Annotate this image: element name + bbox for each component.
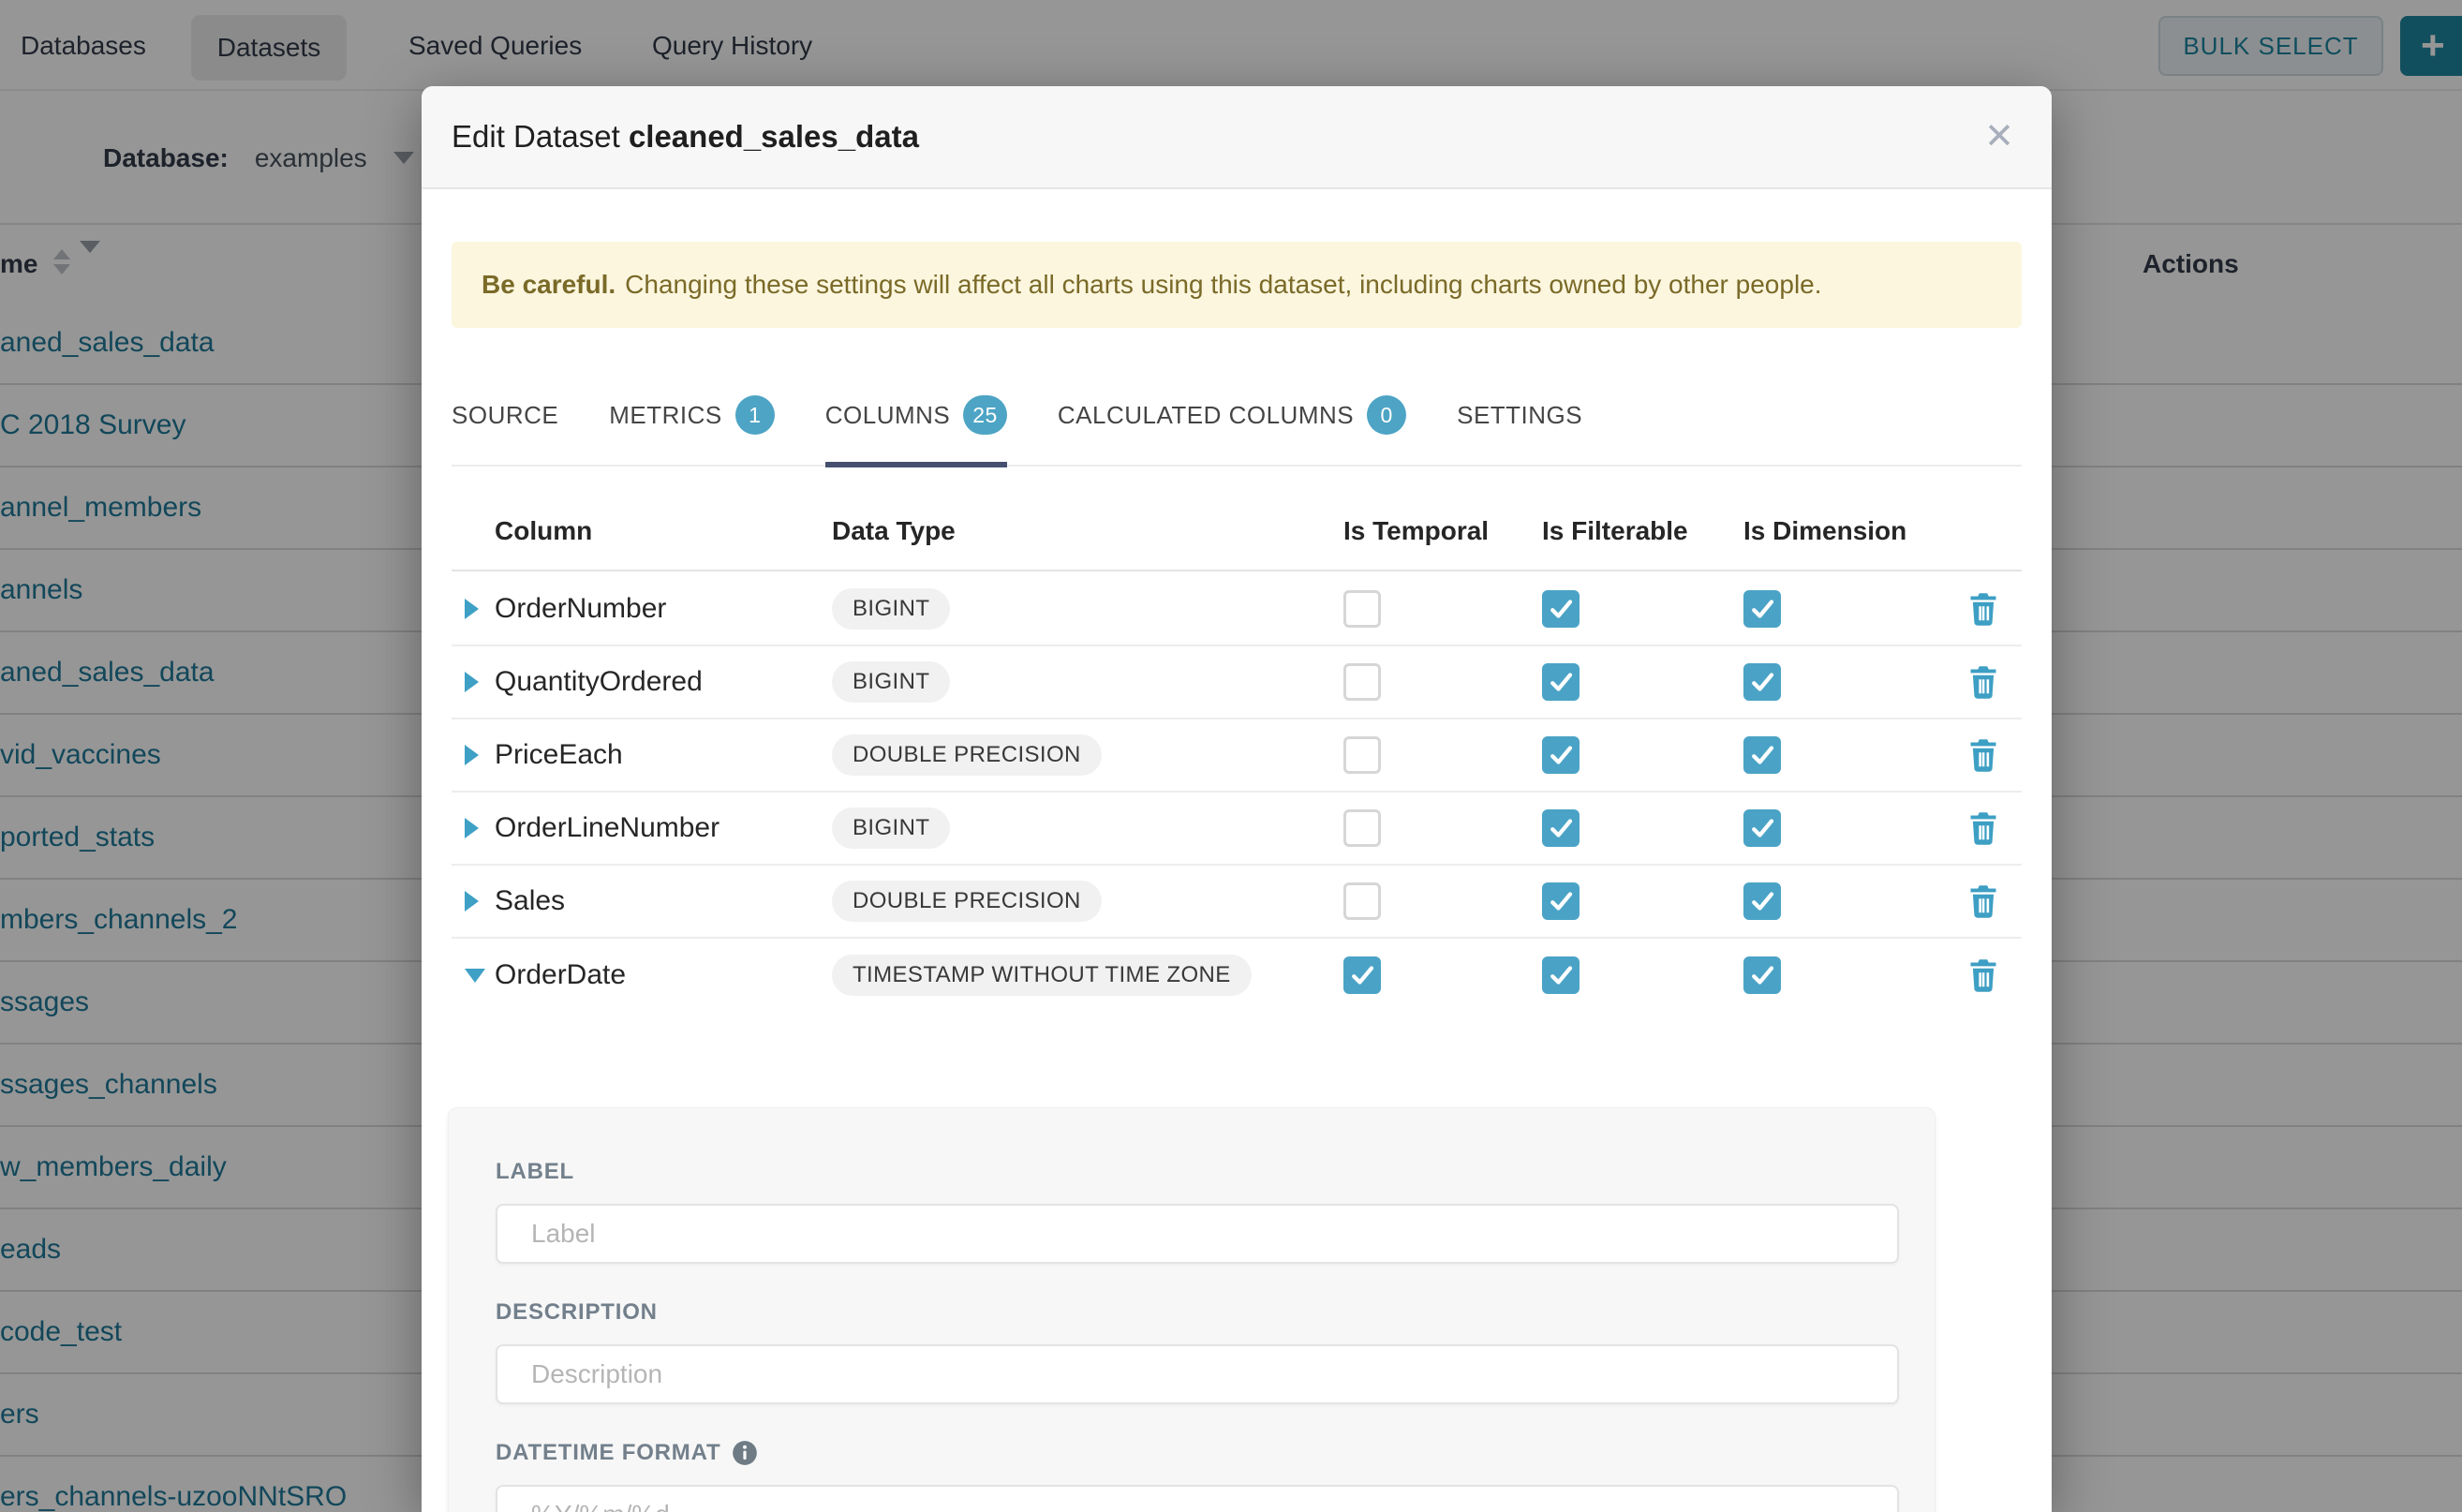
is-filterable-checkbox[interactable]	[1542, 956, 1580, 994]
trash-icon[interactable]	[1966, 736, 2000, 774]
is-filterable-checkbox[interactable]	[1542, 590, 1580, 628]
datatype-pill: DOUBLE PRECISION	[832, 734, 1102, 776]
column-name: Sales	[495, 885, 832, 917]
count-badge: 25	[963, 395, 1007, 435]
modal-header: Edit Dataset cleaned_sales_data ✕	[422, 86, 2052, 189]
is-temporal-checkbox[interactable]	[1343, 956, 1381, 994]
datetime-format-input[interactable]	[496, 1485, 1899, 1512]
warning-banner: Be careful. Changing these settings will…	[452, 242, 2022, 328]
column-row: OrderNumber BIGINT	[452, 573, 2022, 646]
is-temporal-header: Is Temporal	[1343, 516, 1542, 546]
page: Databases Datasets Saved Queries Query H…	[0, 0, 2462, 1512]
column-row: OrderDate TIMESTAMP WITHOUT TIME ZONE	[452, 939, 2022, 1012]
is-filterable-checkbox[interactable]	[1542, 809, 1580, 847]
trash-icon[interactable]	[1966, 590, 2000, 628]
edit-dataset-modal: Edit Dataset cleaned_sales_data ✕ Be car…	[422, 86, 2052, 1512]
description-input[interactable]	[496, 1344, 1899, 1404]
is-dimension-checkbox[interactable]	[1743, 736, 1781, 774]
count-badge: 1	[735, 395, 775, 435]
expand-caret-icon[interactable]	[452, 672, 495, 692]
is-filterable-checkbox[interactable]	[1542, 882, 1580, 920]
warning-text: Changing these settings will affect all …	[625, 270, 1821, 300]
is-temporal-checkbox[interactable]	[1343, 663, 1381, 701]
trash-icon[interactable]	[1966, 809, 2000, 847]
datatype-header: Data Type	[832, 516, 1343, 546]
label-input[interactable]	[496, 1204, 1899, 1264]
column-name: OrderDate	[495, 959, 832, 991]
label-field-label: LABEL	[496, 1159, 1897, 1185]
is-dimension-header: Is Dimension	[1743, 516, 1945, 546]
column-name: QuantityOrdered	[495, 666, 832, 698]
description-field-label: DESCRIPTION	[496, 1299, 1897, 1326]
modal-tab[interactable]: SETTINGS	[1457, 364, 1582, 466]
column-name: OrderLineNumber	[495, 812, 832, 844]
datatype-pill: DOUBLE PRECISION	[832, 881, 1102, 922]
is-temporal-checkbox[interactable]	[1343, 590, 1381, 628]
modal-title: Edit Dataset cleaned_sales_data	[452, 119, 919, 155]
columns-table-header: Column Data Type Is Temporal Is Filterab…	[452, 493, 2022, 571]
column-row: QuantityOrdered BIGINT	[452, 646, 2022, 719]
expand-caret-icon[interactable]	[452, 891, 495, 912]
datatype-pill: BIGINT	[832, 661, 950, 703]
datatype-pill: BIGINT	[832, 808, 950, 849]
expand-caret-icon[interactable]	[452, 818, 495, 838]
modal-title-prefix: Edit Dataset	[452, 119, 620, 154]
is-temporal-checkbox[interactable]	[1343, 882, 1381, 920]
is-dimension-checkbox[interactable]	[1743, 956, 1781, 994]
modal-tab[interactable]: COLUMNS 25	[825, 364, 1007, 466]
datetime-format-field-label: DATETIME FORMAT	[496, 1440, 1897, 1466]
trash-icon[interactable]	[1966, 882, 2000, 920]
modal-tab[interactable]: METRICS 1	[609, 364, 775, 466]
is-temporal-checkbox[interactable]	[1343, 809, 1381, 847]
column-header: Column	[495, 516, 832, 546]
is-filterable-checkbox[interactable]	[1542, 663, 1580, 701]
modal-tab[interactable]: SOURCE	[452, 364, 558, 466]
modal-tab[interactable]: CALCULATED COLUMNS 0	[1058, 364, 1406, 466]
modal-dataset-name: cleaned_sales_data	[629, 119, 919, 154]
warning-bold: Be careful.	[482, 270, 616, 300]
count-badge: 0	[1367, 395, 1406, 435]
expand-caret-icon[interactable]	[452, 599, 495, 619]
modal-tabs: SOURCE METRICS 1 COLUMNS 25 CALCULATED C…	[452, 365, 2022, 467]
trash-icon[interactable]	[1966, 663, 2000, 701]
datatype-pill: BIGINT	[832, 588, 950, 630]
expand-caret-icon[interactable]	[452, 969, 495, 983]
expand-caret-icon[interactable]	[452, 745, 495, 765]
column-row: PriceEach DOUBLE PRECISION	[452, 719, 2022, 793]
column-name: PriceEach	[495, 739, 832, 771]
is-filterable-header: Is Filterable	[1542, 516, 1743, 546]
info-icon[interactable]	[732, 1440, 758, 1466]
column-detail-panel: LABEL DESCRIPTION DATETIME FORMAT	[448, 1107, 1935, 1512]
is-dimension-checkbox[interactable]	[1743, 663, 1781, 701]
is-dimension-checkbox[interactable]	[1743, 809, 1781, 847]
trash-icon[interactable]	[1966, 956, 2000, 994]
datatype-pill: TIMESTAMP WITHOUT TIME ZONE	[832, 955, 1252, 996]
column-row: OrderLineNumber BIGINT	[452, 793, 2022, 866]
is-filterable-checkbox[interactable]	[1542, 736, 1580, 774]
column-name: OrderNumber	[495, 593, 832, 625]
columns-table-rows: OrderNumber BIGINT QuantityOrdered BIGIN…	[452, 573, 2022, 1012]
close-icon[interactable]: ✕	[1984, 119, 2014, 155]
column-row: Sales DOUBLE PRECISION	[452, 866, 2022, 939]
is-temporal-checkbox[interactable]	[1343, 736, 1381, 774]
is-dimension-checkbox[interactable]	[1743, 882, 1781, 920]
is-dimension-checkbox[interactable]	[1743, 590, 1781, 628]
